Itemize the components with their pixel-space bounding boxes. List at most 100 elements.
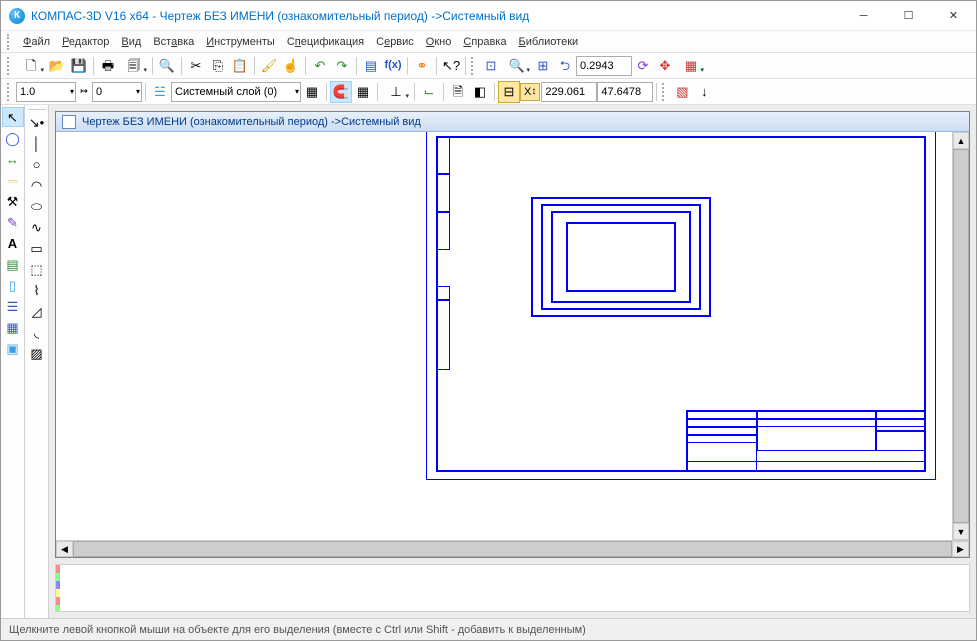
stop-button[interactable]: ▧	[671, 81, 693, 103]
insert-tool[interactable]: ▣	[2, 338, 24, 358]
geometry-tool[interactable]: ◯	[2, 128, 24, 148]
line-icon: │	[32, 137, 40, 150]
line-tool[interactable]: │	[26, 133, 48, 153]
edit-tool[interactable]: ✎	[2, 212, 24, 232]
undo-button[interactable]: ↶	[309, 55, 331, 77]
new-button[interactable]: 🗋▾	[16, 55, 46, 77]
horizontal-scrollbar[interactable]: ◀ ▶	[56, 540, 969, 557]
dimension-tool[interactable]: ↔	[2, 149, 24, 169]
save-button[interactable]: 💾	[68, 55, 90, 77]
vertical-scrollbar[interactable]: ▲ ▼	[952, 132, 969, 540]
redraw-button[interactable]: ⟳	[632, 55, 654, 77]
axe-icon: ⚒	[7, 195, 19, 208]
grid-button[interactable]: ▦	[352, 81, 374, 103]
close-button[interactable]: ✕	[931, 1, 976, 30]
grip-icon[interactable]	[7, 57, 13, 75]
preview-button[interactable]: 🔍	[156, 55, 178, 77]
menu-view[interactable]: Вид	[115, 34, 147, 50]
dash-rect-tool[interactable]: ⬚	[26, 259, 48, 279]
polyline-tool[interactable]: ⌇	[26, 280, 48, 300]
library-manager-button[interactable]: ▤	[360, 55, 382, 77]
measure-tool[interactable]: ▯	[2, 275, 24, 295]
circle-icon: ○	[33, 158, 41, 171]
dimension-icon: ↔	[6, 153, 19, 166]
menu-window[interactable]: Окно	[420, 34, 458, 50]
open-button[interactable]: 📂	[46, 55, 68, 77]
grip-icon[interactable]	[7, 34, 13, 50]
zoom-extents-button[interactable]: ⊡	[480, 55, 502, 77]
grip-icon[interactable]	[662, 83, 668, 101]
apply-button[interactable]: ↓	[693, 81, 715, 103]
paste-button[interactable]: 📋	[229, 55, 251, 77]
text-tool[interactable]: A	[2, 233, 24, 253]
menu-tools[interactable]: Инструменты	[200, 34, 281, 50]
format-painter-button[interactable]: 🖌	[258, 55, 280, 77]
menu-edit[interactable]: Редактор	[56, 34, 115, 50]
ellipse-tool[interactable]: ⬭	[26, 196, 48, 216]
round-button[interactable]: ⊟	[498, 81, 520, 103]
menu-file[interactable]: Файл	[17, 34, 56, 50]
properties-button[interactable]: ☝	[280, 55, 302, 77]
grip-icon[interactable]	[7, 83, 13, 101]
menu-service[interactable]: Сервис	[370, 34, 420, 50]
help-context-button[interactable]: ↖?	[440, 55, 462, 77]
zoom-value-input[interactable]	[576, 56, 632, 76]
zoom-prev-button[interactable]: ⮌	[554, 55, 576, 77]
spline-tool[interactable]: ∿	[26, 217, 48, 237]
step-type-button[interactable]: ↦	[76, 81, 92, 103]
coord-x-input[interactable]	[541, 82, 597, 102]
fillet-tool[interactable]: ◟	[26, 322, 48, 342]
select-tool[interactable]: ↖	[2, 107, 24, 127]
construction-tool[interactable]: ⚒	[2, 191, 24, 211]
zoom-in-button[interactable]: 🔍▾	[502, 55, 532, 77]
spec-tool[interactable]: ☰	[2, 296, 24, 316]
menu-help[interactable]: Справка	[457, 34, 512, 50]
scroll-left-button[interactable]: ◀	[56, 541, 73, 557]
maximize-button[interactable]: ☐	[886, 1, 931, 30]
arc-tool[interactable]: ◠	[26, 175, 48, 195]
hatch-tool[interactable]: ▨	[26, 343, 48, 363]
snap-button[interactable]: 🧲	[330, 81, 352, 103]
circle-tool[interactable]: ○	[26, 154, 48, 174]
layer-select[interactable]: Системный слой (0)▾	[171, 82, 301, 102]
link-button[interactable]: ⚭	[411, 55, 433, 77]
cut-button[interactable]: ✂	[185, 55, 207, 77]
copy-button[interactable]: ⎘	[207, 55, 229, 77]
section-button[interactable]: ◧	[469, 81, 491, 103]
scale-select[interactable]: 1.0▾	[16, 82, 76, 102]
drawing-canvas[interactable]: ▲ ▼	[56, 132, 969, 540]
orient-button[interactable]: ▦▾	[676, 55, 706, 77]
view-states-button[interactable]: ▦	[301, 81, 323, 103]
property-panel[interactable]	[55, 564, 970, 612]
ortho-button[interactable]: ⊥▾	[381, 81, 411, 103]
menu-libs[interactable]: Библиотеки	[513, 34, 585, 50]
notation-tool[interactable]: ⎓	[2, 170, 24, 190]
pan-button[interactable]: ✥	[654, 55, 676, 77]
layer-manager-button[interactable]: ☱	[149, 81, 171, 103]
step-select[interactable]: 0▾	[92, 82, 142, 102]
point-tool[interactable]: ↘•	[26, 112, 48, 132]
coord-y-input[interactable]	[597, 82, 653, 102]
print-button[interactable]: 🖶	[97, 55, 119, 77]
scroll-up-button[interactable]: ▲	[953, 132, 969, 149]
scroll-right-button[interactable]: ▶	[952, 541, 969, 557]
statusbar: Щелкните левой кнопкой мыши на объекте д…	[1, 618, 976, 640]
zoom-window-button[interactable]: ⊞	[532, 55, 554, 77]
print-preview-button[interactable]: 🗐▾	[119, 55, 149, 77]
chamfer-tool[interactable]: ◿	[26, 301, 48, 321]
menu-insert[interactable]: Вставка	[147, 34, 200, 50]
variables-button[interactable]: f(x)	[382, 55, 404, 77]
local-cs-button[interactable]: ⌙	[418, 81, 440, 103]
redo-button[interactable]: ↷	[331, 55, 353, 77]
scroll-down-button[interactable]: ▼	[953, 523, 969, 540]
param-tool[interactable]: ▤	[2, 254, 24, 274]
rectangle-tool[interactable]: ▭	[26, 238, 48, 258]
grip-icon[interactable]	[471, 57, 477, 75]
minimize-button[interactable]: ─	[841, 1, 886, 30]
menubar: Файл Редактор Вид Вставка Инструменты Сп…	[1, 31, 976, 53]
document-titlebar[interactable]: Чертеж БЕЗ ИМЕНИ (ознакомительный период…	[56, 112, 969, 132]
drawing-mode-button[interactable]: 🗎	[447, 81, 469, 103]
menu-spec[interactable]: Спецификация	[281, 34, 370, 50]
polyline-icon: ⌇	[33, 284, 39, 297]
report-tool[interactable]: ▦	[2, 317, 24, 337]
